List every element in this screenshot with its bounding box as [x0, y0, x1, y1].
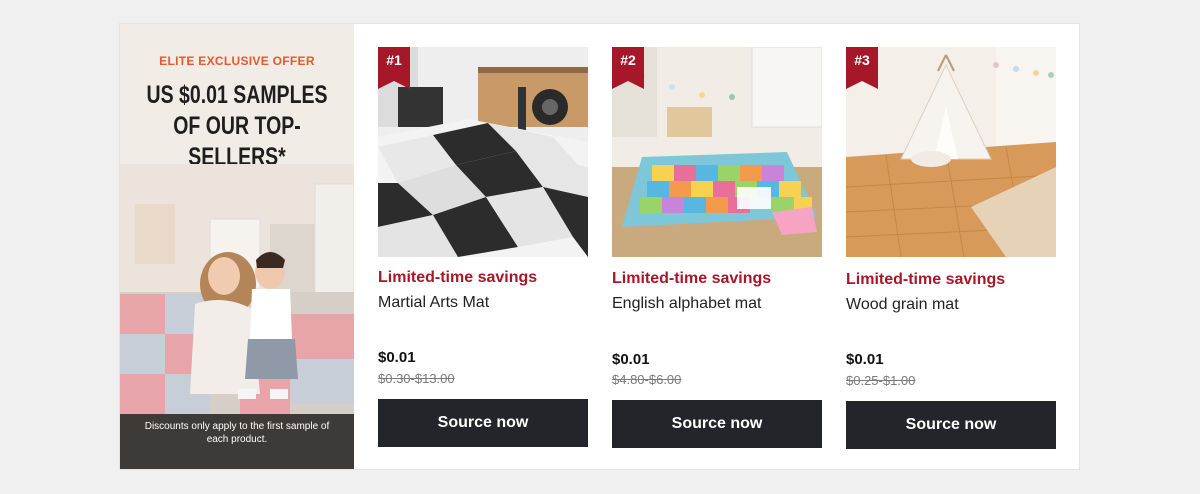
source-now-button-1[interactable]: Source now [378, 399, 588, 447]
rank-badge-2: #2 [612, 47, 644, 89]
product-name-1[interactable]: Martial Arts Mat [378, 294, 489, 312]
product-name-3[interactable]: Wood grain mat [846, 296, 959, 314]
rank-label-3: #3 [854, 52, 870, 68]
product-price-1: $0.01 [378, 349, 416, 366]
product-original-price-1: $0.30-$13.00 [378, 371, 455, 386]
rank-badge-3: #3 [846, 47, 878, 89]
source-now-button-2[interactable]: Source now [612, 400, 822, 448]
product-image-1[interactable]: #1 [378, 47, 588, 257]
deal-label-1: Limited-time savings [378, 269, 538, 286]
rank-badge-1: #1 [378, 47, 410, 89]
product-image-2[interactable]: #2 [612, 47, 822, 257]
product-original-price-2: $4.80-$6.00 [612, 372, 682, 387]
product-price-3: $0.01 [846, 351, 884, 368]
source-now-button-3[interactable]: Source now [846, 401, 1056, 449]
product-image-3[interactable]: #3 [846, 47, 1056, 257]
promo-card: ELITE EXCLUSIVE OFFER US $0.01 SAMPLES O… [119, 23, 1080, 470]
product-card-2[interactable]: #2 Limited-time savings English alphabet… [612, 47, 822, 467]
product-original-price-3: $0.25-$1.00 [846, 373, 916, 388]
promo-kicker: ELITE EXCLUSIVE OFFER [159, 54, 315, 68]
deal-label-3: Limited-time savings [846, 271, 1006, 288]
promo-headline-line1: US $0.01 SAMPLES [146, 81, 328, 109]
promo-panel[interactable]: ELITE EXCLUSIVE OFFER US $0.01 SAMPLES O… [120, 24, 354, 469]
rank-label-1: #1 [386, 52, 402, 68]
deal-label-2: Limited-time savings [612, 270, 772, 287]
promo-headline: US $0.01 SAMPLES OF OUR TOP-SELLERS* [146, 80, 329, 173]
product-name-2[interactable]: English alphabet mat [612, 295, 761, 313]
promo-footnote: Discounts only apply to the first sample… [144, 421, 330, 445]
rank-label-2: #2 [620, 52, 636, 68]
product-card-1[interactable]: #1 Limited-time savings Martial Arts Mat… [378, 47, 588, 467]
product-card-3[interactable]: #3 Limited-time savings Wood grain mat $… [846, 47, 1056, 467]
product-price-2: $0.01 [612, 351, 650, 368]
